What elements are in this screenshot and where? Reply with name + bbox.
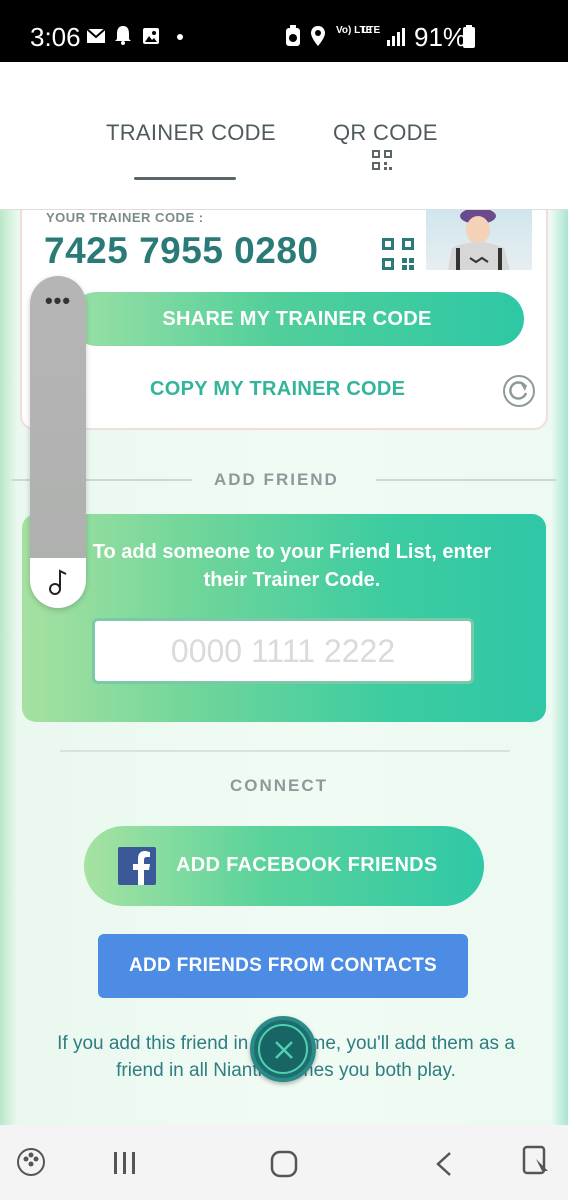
image-icon [143, 28, 159, 44]
connect-title: CONNECT [230, 776, 329, 795]
tab-qr-code[interactable]: QR CODE [333, 120, 438, 146]
mail-icon [86, 28, 106, 43]
qr-icon[interactable] [382, 238, 414, 270]
add-friend-card: To add someone to your Friend List, ente… [22, 514, 546, 722]
system-nav-bar [0, 1125, 568, 1200]
recent-apps-icon[interactable] [112, 1151, 138, 1175]
status-time: 3:06 [30, 22, 81, 52]
refresh-icon[interactable] [502, 374, 536, 408]
avatar-image [448, 210, 510, 270]
music-note-icon[interactable] [48, 568, 70, 596]
home-icon[interactable] [270, 1150, 298, 1178]
trainer-avatar [426, 210, 532, 270]
floating-side-panel[interactable]: ••• [30, 276, 86, 608]
more-options-icon[interactable]: ••• [30, 288, 86, 314]
add-friend-instructions: To add someone to your Friend List, ente… [92, 541, 492, 591]
copy-trainer-code-button[interactable]: COPY MY TRAINER CODE [150, 378, 405, 401]
tab-trainer-code[interactable]: TRAINER CODE [106, 120, 276, 146]
active-tab-indicator [134, 177, 236, 180]
status-bar: 3:06 Vo) LTE LTE 91% [0, 0, 568, 62]
location-icon [311, 26, 325, 46]
dot-icon [177, 34, 183, 40]
screenshot-icon[interactable] [522, 1145, 552, 1177]
back-icon[interactable] [434, 1151, 454, 1177]
add-friend-title: ADD FRIEND [214, 470, 339, 489]
signal-icon [387, 28, 405, 46]
tab-header: TRAINER CODE QR CODE [0, 62, 568, 210]
add-friends-from-contacts-button[interactable]: ADD FRIENDS FROM CONTACTS [98, 934, 468, 998]
add-facebook-friends-button[interactable]: ADD FACEBOOK FRIENDS [84, 826, 484, 906]
lte-label: LTE [362, 25, 381, 36]
divider [60, 750, 510, 752]
battery-icon [463, 25, 475, 48]
game-launcher-icon[interactable] [16, 1147, 46, 1177]
divider-right [376, 479, 556, 481]
main-content[interactable]: YOUR TRAINER CODE : 7425 7955 0280 SHARE… [0, 210, 568, 1125]
trainer-code-label: YOUR TRAINER CODE : [46, 210, 204, 225]
facebook-icon [118, 847, 156, 885]
close-button[interactable] [250, 1016, 316, 1082]
trainer-code-value: 7425 7955 0280 [44, 230, 319, 271]
share-trainer-code-button[interactable]: SHARE MY TRAINER CODE [70, 292, 524, 346]
qr-icon[interactable] [372, 150, 392, 170]
trainer-code-input[interactable] [92, 618, 474, 684]
bell-icon [115, 26, 131, 45]
close-icon [275, 1041, 293, 1059]
battery-percent: 91% [414, 22, 467, 52]
facebook-button-label: ADD FACEBOOK FRIENDS [176, 854, 438, 876]
data-saver-icon [286, 25, 300, 46]
